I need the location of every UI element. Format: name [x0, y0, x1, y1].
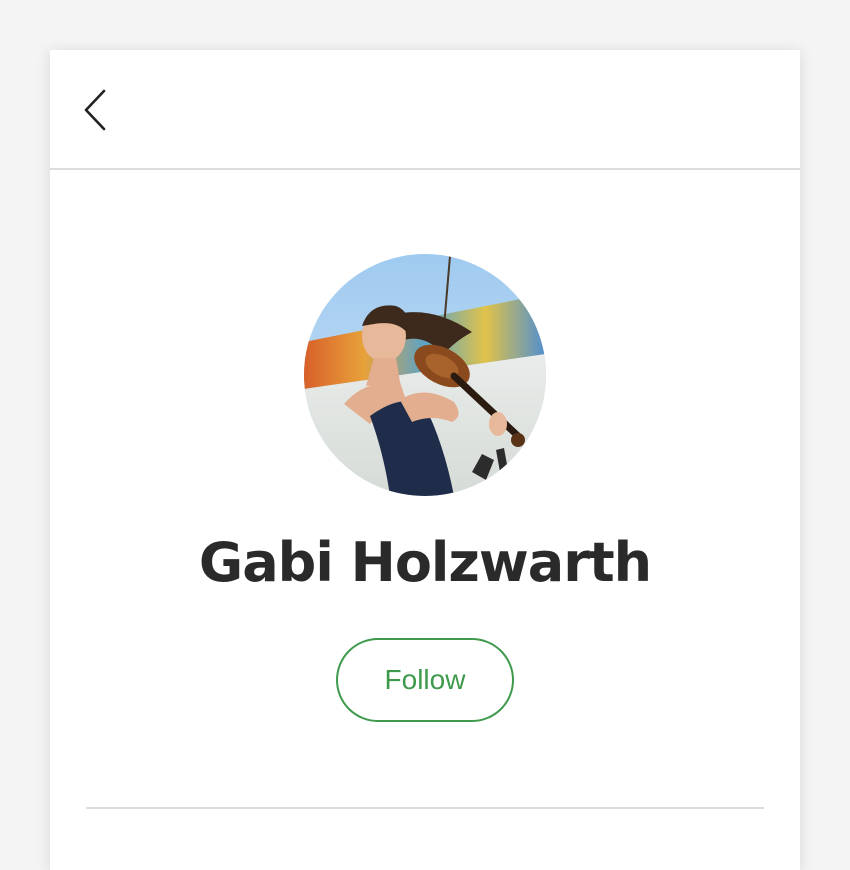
- avatar: [304, 254, 546, 496]
- chevron-left-icon: [84, 89, 106, 131]
- section-divider: [86, 807, 764, 809]
- follow-button[interactable]: Follow: [336, 638, 514, 722]
- top-bar: [50, 50, 800, 170]
- profile-photo: [304, 254, 546, 496]
- back-button[interactable]: [78, 85, 118, 135]
- profile-name: Gabi Holzwarth: [198, 531, 652, 594]
- profile-card: Gabi Holzwarth Follow: [50, 50, 800, 870]
